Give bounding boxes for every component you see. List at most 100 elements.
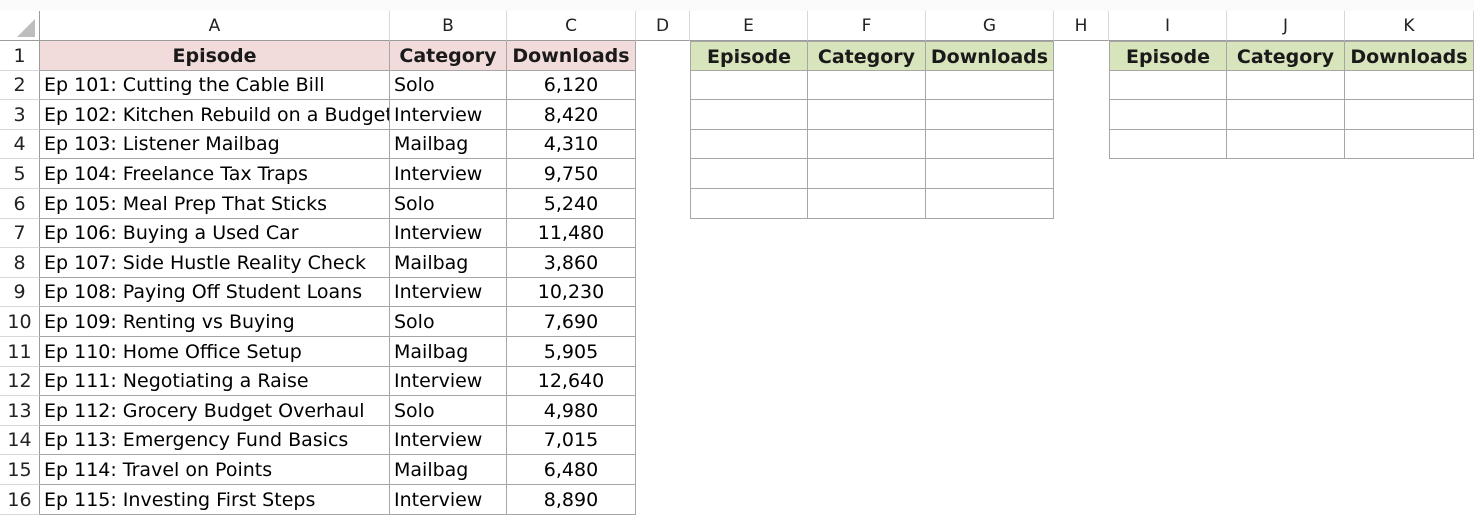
category-cell[interactable]: Interview: [390, 485, 507, 515]
column-header-d[interactable]: D: [636, 11, 690, 41]
column-header-k[interactable]: K: [1345, 11, 1474, 41]
row-header-7[interactable]: 7: [0, 219, 40, 248]
episode-cell[interactable]: Ep 105: Meal Prep That Sticks: [40, 189, 390, 219]
episode-cell[interactable]: Ep 111: Negotiating a Raise: [40, 367, 390, 396]
column-header-a[interactable]: A: [40, 11, 390, 41]
result-2-empty-cell[interactable]: [1345, 130, 1474, 159]
row-header-10[interactable]: 10: [0, 307, 40, 337]
episode-cell[interactable]: Ep 114: Travel on Points: [40, 455, 390, 485]
category-cell[interactable]: Solo: [390, 396, 507, 426]
result-1-header-episode[interactable]: Episode: [690, 41, 808, 71]
result-2-empty-cell[interactable]: [1109, 71, 1227, 100]
category-cell[interactable]: Mailbag: [390, 337, 507, 367]
source-header-category[interactable]: Category: [390, 41, 507, 71]
result-1-empty-cell[interactable]: [808, 130, 926, 159]
result-1-empty-cell[interactable]: [690, 159, 808, 189]
result-1-empty-cell[interactable]: [926, 189, 1054, 219]
downloads-cell[interactable]: 7,690: [507, 307, 636, 337]
category-cell[interactable]: Mailbag: [390, 248, 507, 278]
result-2-empty-cell[interactable]: [1345, 71, 1474, 100]
column-header-g[interactable]: G: [926, 11, 1054, 41]
episode-cell[interactable]: Ep 109: Renting vs Buying: [40, 307, 390, 337]
row-header-11[interactable]: 11: [0, 337, 40, 367]
episode-cell[interactable]: Ep 108: Paying Off Student Loans: [40, 278, 390, 307]
downloads-cell[interactable]: 10,230: [507, 278, 636, 307]
result-2-header-category[interactable]: Category: [1227, 41, 1345, 71]
category-cell[interactable]: Solo: [390, 189, 507, 219]
result-2-empty-cell[interactable]: [1109, 130, 1227, 159]
select-all-corner[interactable]: [0, 11, 40, 41]
episode-cell[interactable]: Ep 106: Buying a Used Car: [40, 219, 390, 248]
column-header-i[interactable]: I: [1109, 11, 1227, 41]
category-cell[interactable]: Mailbag: [390, 455, 507, 485]
category-cell[interactable]: Solo: [390, 71, 507, 100]
category-cell[interactable]: Solo: [390, 307, 507, 337]
category-cell[interactable]: Mailbag: [390, 130, 507, 159]
result-1-empty-cell[interactable]: [926, 71, 1054, 100]
downloads-cell[interactable]: 5,905: [507, 337, 636, 367]
result-1-header-downloads[interactable]: Downloads: [926, 41, 1054, 71]
episode-cell[interactable]: Ep 107: Side Hustle Reality Check: [40, 248, 390, 278]
column-header-h[interactable]: H: [1054, 11, 1109, 41]
result-1-header-category[interactable]: Category: [808, 41, 926, 71]
category-cell[interactable]: Interview: [390, 367, 507, 396]
row-header-9[interactable]: 9: [0, 278, 40, 307]
episode-cell[interactable]: Ep 110: Home Office Setup: [40, 337, 390, 367]
category-cell[interactable]: Interview: [390, 426, 507, 455]
row-header-16[interactable]: 16: [0, 485, 40, 515]
source-header-episode[interactable]: Episode: [40, 41, 390, 71]
result-1-empty-cell[interactable]: [926, 159, 1054, 189]
result-2-empty-cell[interactable]: [1345, 100, 1474, 130]
row-header-5[interactable]: 5: [0, 159, 40, 189]
result-2-empty-cell[interactable]: [1227, 130, 1345, 159]
category-cell[interactable]: Interview: [390, 159, 507, 189]
column-header-b[interactable]: B: [390, 11, 507, 41]
episode-cell[interactable]: Ep 101: Cutting the Cable Bill: [40, 71, 390, 100]
downloads-cell[interactable]: 8,890: [507, 485, 636, 515]
downloads-cell[interactable]: 8,420: [507, 100, 636, 130]
downloads-cell[interactable]: 12,640: [507, 367, 636, 396]
result-2-empty-cell[interactable]: [1109, 100, 1227, 130]
downloads-cell[interactable]: 5,240: [507, 189, 636, 219]
downloads-cell[interactable]: 9,750: [507, 159, 636, 189]
category-cell[interactable]: Interview: [390, 278, 507, 307]
category-cell[interactable]: Interview: [390, 219, 507, 248]
downloads-cell[interactable]: 11,480: [507, 219, 636, 248]
result-1-empty-cell[interactable]: [808, 189, 926, 219]
row-header-13[interactable]: 13: [0, 396, 40, 426]
row-header-12[interactable]: 12: [0, 367, 40, 396]
downloads-cell[interactable]: 6,480: [507, 455, 636, 485]
column-header-f[interactable]: F: [808, 11, 926, 41]
column-header-e[interactable]: E: [690, 11, 808, 41]
column-header-c[interactable]: C: [507, 11, 636, 41]
downloads-cell[interactable]: 7,015: [507, 426, 636, 455]
result-1-empty-cell[interactable]: [690, 189, 808, 219]
row-header-1[interactable]: 1: [0, 41, 40, 71]
episode-cell[interactable]: Ep 112: Grocery Budget Overhaul: [40, 396, 390, 426]
row-header-2[interactable]: 2: [0, 71, 40, 100]
downloads-cell[interactable]: 4,980: [507, 396, 636, 426]
downloads-cell[interactable]: 6,120: [507, 71, 636, 100]
result-1-empty-cell[interactable]: [808, 159, 926, 189]
episode-cell[interactable]: Ep 102: Kitchen Rebuild on a Budget: [40, 100, 390, 130]
downloads-cell[interactable]: 4,310: [507, 130, 636, 159]
downloads-cell[interactable]: 3,860: [507, 248, 636, 278]
result-1-empty-cell[interactable]: [690, 71, 808, 100]
result-2-header-downloads[interactable]: Downloads: [1345, 41, 1474, 71]
category-cell[interactable]: Interview: [390, 100, 507, 130]
row-header-4[interactable]: 4: [0, 130, 40, 159]
episode-cell[interactable]: Ep 115: Investing First Steps: [40, 485, 390, 515]
row-header-15[interactable]: 15: [0, 455, 40, 485]
row-header-6[interactable]: 6: [0, 189, 40, 219]
result-1-empty-cell[interactable]: [808, 100, 926, 130]
episode-cell[interactable]: Ep 104: Freelance Tax Traps: [40, 159, 390, 189]
source-header-downloads[interactable]: Downloads: [507, 41, 636, 71]
result-1-empty-cell[interactable]: [926, 100, 1054, 130]
row-header-3[interactable]: 3: [0, 100, 40, 130]
result-2-empty-cell[interactable]: [1227, 100, 1345, 130]
result-1-empty-cell[interactable]: [690, 130, 808, 159]
result-2-empty-cell[interactable]: [1227, 71, 1345, 100]
episode-cell[interactable]: Ep 113: Emergency Fund Basics: [40, 426, 390, 455]
spreadsheet-grid[interactable]: A B C D E F G H I J K 1 2 3 4 5 6 7 8 9 10 11 12 13 14 15 16 Episod…: [0, 0, 1474, 515]
episode-cell[interactable]: Ep 103: Listener Mailbag: [40, 130, 390, 159]
